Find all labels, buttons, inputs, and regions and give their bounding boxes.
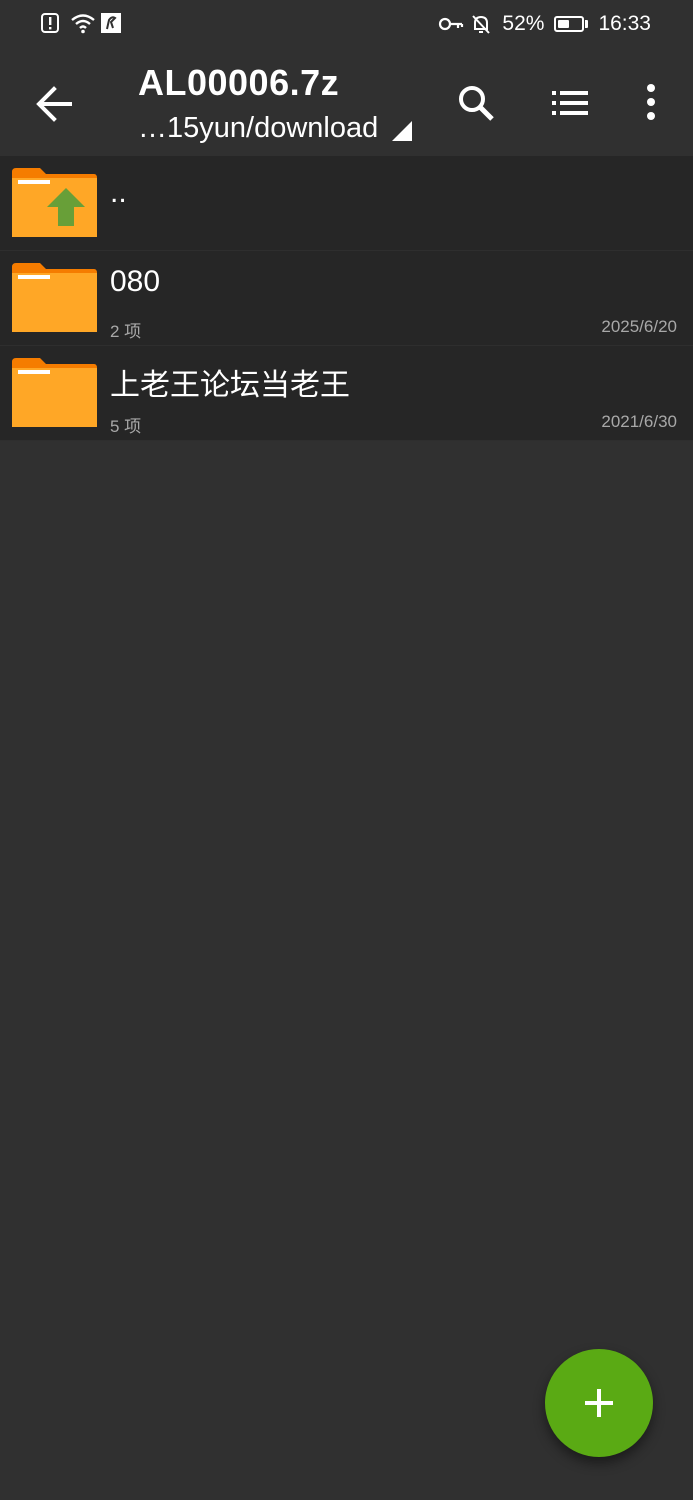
arrow-left-icon	[36, 86, 72, 122]
folder-up-icon	[10, 166, 98, 238]
list-item-folder[interactable]: 080 2 项 2025/6/20	[0, 251, 693, 346]
file-list: .. 080 2 项 2025/6/20 上老王论坛当老王 5 项 2021/6…	[0, 156, 693, 441]
more-vert-icon	[647, 84, 655, 120]
battery-icon	[554, 16, 589, 32]
key-icon	[438, 13, 464, 35]
alert-sim-icon	[40, 12, 62, 34]
plus-icon	[585, 1389, 613, 1417]
search-button[interactable]	[456, 83, 496, 123]
search-icon	[459, 86, 494, 121]
toolbar: AL00006.7z …15yun/download	[0, 50, 693, 156]
list-item-count: 2 项	[110, 322, 142, 341]
clock: 16:33	[598, 12, 651, 35]
more-options-button[interactable]	[640, 80, 662, 124]
page-title: AL00006.7z	[138, 62, 340, 103]
folder-icon	[10, 356, 98, 428]
list-item-parent[interactable]: ..	[0, 156, 693, 251]
list-item-count: 5 项	[110, 417, 142, 436]
folder-icon	[10, 261, 98, 333]
list-item-folder[interactable]: 上老王论坛当老王 5 项 2021/6/30	[0, 346, 693, 441]
list-view-icon	[552, 91, 588, 115]
bell-off-icon	[470, 13, 492, 35]
status-bar: 52% 16:33	[0, 0, 693, 50]
list-item-name: 080	[110, 265, 161, 298]
list-item-name: 上老王论坛当老王	[110, 369, 350, 402]
list-item-date: 2025/6/20	[601, 317, 677, 336]
app-notification-icon	[100, 12, 122, 34]
dropdown-triangle-icon	[392, 121, 413, 141]
view-mode-button[interactable]	[550, 88, 590, 118]
back-button[interactable]	[30, 80, 78, 128]
path-selector[interactable]: …15yun/download	[138, 112, 413, 145]
add-fab-button[interactable]	[545, 1349, 653, 1457]
list-item-name: ..	[110, 176, 127, 209]
path-label: …15yun/download	[138, 112, 379, 144]
wifi-icon	[70, 12, 95, 34]
battery-percent: 52%	[502, 12, 545, 35]
list-item-date: 2021/6/30	[601, 412, 677, 431]
